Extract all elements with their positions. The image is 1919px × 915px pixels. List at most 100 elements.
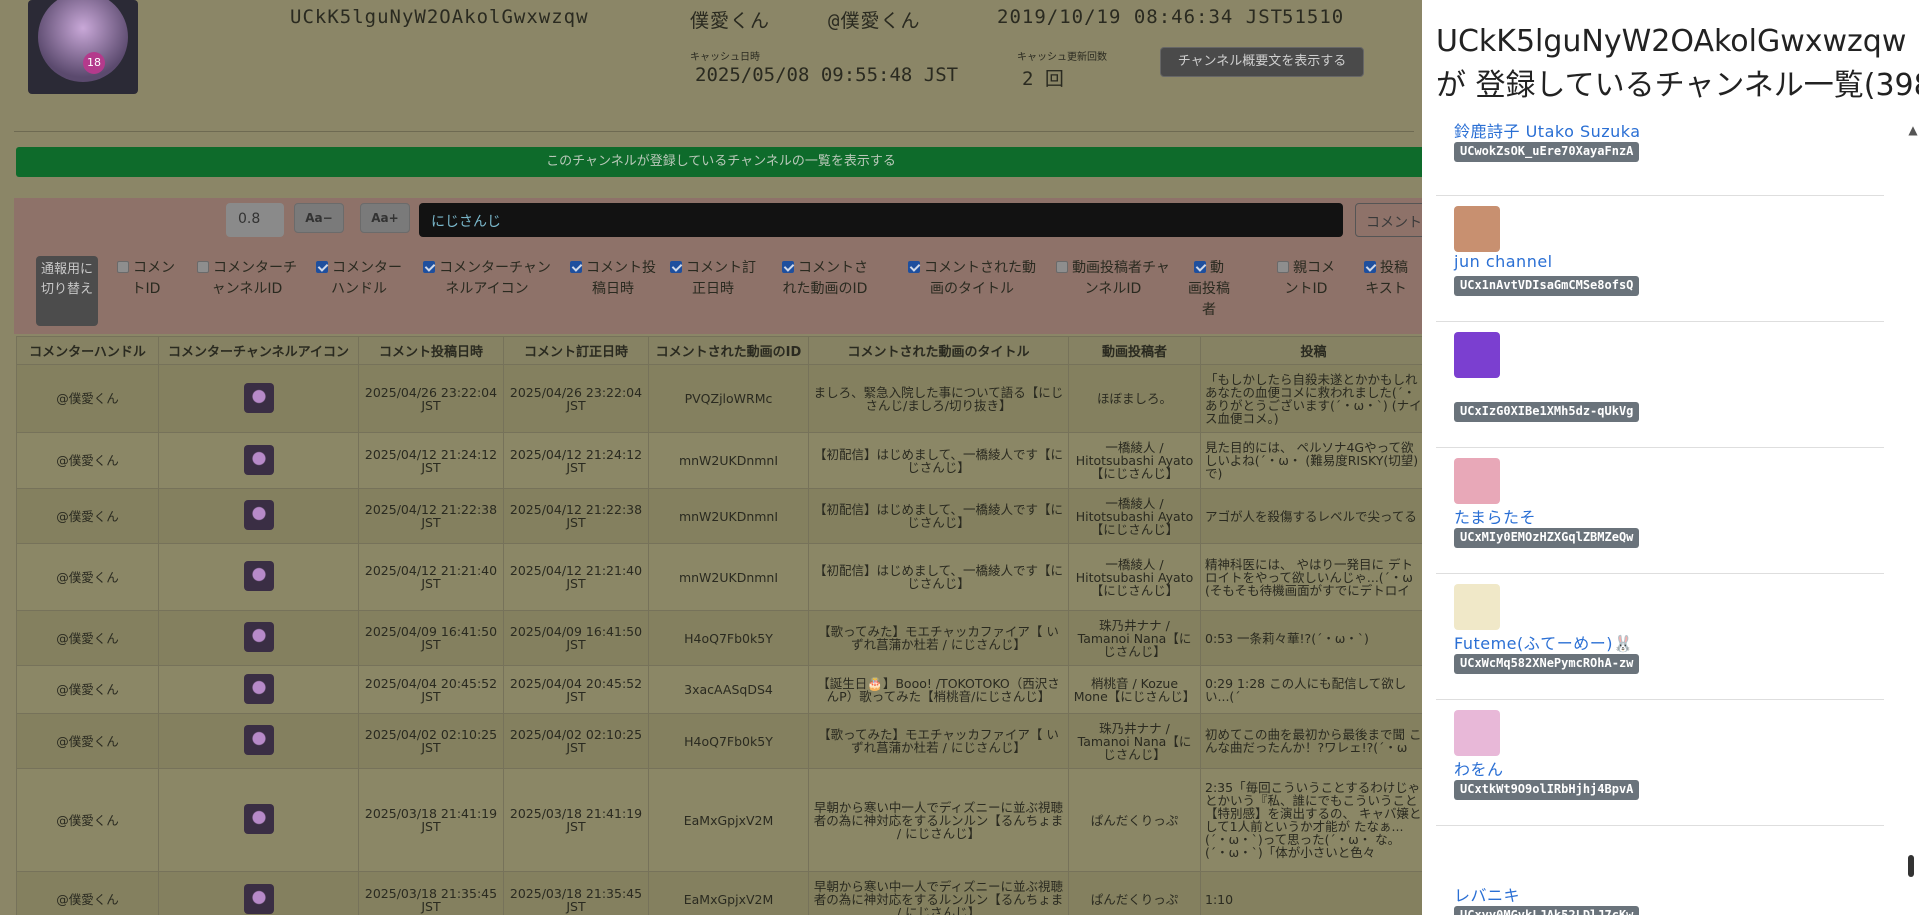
checkbox-label: コメンターハンドル bbox=[331, 260, 402, 297]
channel-link[interactable]: Futeme(ふてーめー)🐰 bbox=[1454, 630, 1633, 654]
cell-text: アゴが人を殺傷するレベルで尖ってる bbox=[1200, 488, 1427, 544]
cell-posted: 2025/03/18 21:35:45 JST bbox=[358, 871, 504, 915]
checkbox-unchecked-icon[interactable] bbox=[1277, 261, 1289, 273]
scrollbar-thumb[interactable] bbox=[1908, 855, 1914, 877]
show-subscriptions-button[interactable]: このチャンネルが登録しているチャンネルの一覧を表示する bbox=[16, 147, 1426, 177]
cell-posted: 2025/04/12 21:21:40 JST bbox=[358, 543, 504, 611]
column-checkbox[interactable]: コメンターチャンネルアイコン bbox=[423, 258, 551, 300]
checkbox-label: コメントID bbox=[131, 260, 175, 297]
column-checkbox[interactable]: コメント投稿日時 bbox=[565, 258, 661, 300]
checkbox-checked-icon[interactable] bbox=[908, 261, 920, 273]
table-body: @僕愛くん 2025/04/26 23:22:04 JST 2025/04/26 2… bbox=[16, 364, 1427, 915]
channel-id-badge: UCxIzG0XIBe1XMh5dz-qUkVg bbox=[1454, 402, 1640, 422]
channel-link[interactable]: わをん bbox=[1454, 756, 1504, 780]
channel-avatar-icon[interactable] bbox=[1454, 332, 1500, 378]
column-header: コメントされた動画のタイトル bbox=[808, 336, 1069, 365]
cell-handle: @僕愛くん bbox=[16, 432, 159, 489]
checkbox-label: 動画投稿者チャンネルID bbox=[1072, 260, 1170, 297]
channel-avatar-icon[interactable] bbox=[1454, 710, 1500, 756]
font-increase-button[interactable]: Aa+ bbox=[360, 203, 410, 233]
cell-text: 初めてこの曲を最初から最後まで聞 こんな曲だったんか！?ワレェ!?(´・ω bbox=[1200, 713, 1427, 769]
commenter-avatar-icon bbox=[243, 804, 274, 834]
show-description-button[interactable]: チャンネル概要文を表示する bbox=[1160, 47, 1364, 77]
channel-link[interactable]: たまらたそ bbox=[1454, 504, 1536, 528]
checkbox-unchecked-icon[interactable] bbox=[117, 261, 129, 273]
channel-link[interactable]: レバニキ bbox=[1454, 882, 1520, 906]
cell-posted: 2025/03/18 21:41:19 JST bbox=[358, 768, 504, 872]
cache-date-label: キャッシュ日時 bbox=[690, 52, 760, 63]
commenter-avatar-icon bbox=[243, 500, 274, 530]
cell-uploader: ほぼましろ。 bbox=[1068, 364, 1201, 433]
cell-video-id: 3xacAASqDS4 bbox=[648, 665, 809, 714]
commenter-avatar-icon bbox=[243, 673, 274, 704]
cell-uploader: 一橋綾人 / Hitotsubashi Ayato【にじさんじ】 bbox=[1068, 543, 1201, 611]
cell-title: 【歌ってみた】モエチャッカファイア【 いずれ菖蒲か杜若 / にじさんじ】 bbox=[808, 610, 1069, 666]
checkbox-label: コメンターチャンネルID bbox=[211, 260, 297, 297]
channel-link[interactable]: jun channel bbox=[1454, 252, 1553, 271]
subscription-item: UCxIzG0XIBe1XMh5dz-qUkVg bbox=[1436, 322, 1884, 448]
column-header: コメント訂正日時 bbox=[503, 336, 649, 365]
cell-handle: @僕愛くん bbox=[16, 610, 159, 666]
column-checkbox[interactable]: コメンターチャンネルID bbox=[197, 258, 297, 300]
column-checkbox[interactable]: 動画投稿者チャンネルID bbox=[1056, 258, 1170, 300]
checkbox-checked-icon[interactable] bbox=[316, 261, 328, 273]
cell-posted: 2025/04/04 20:45:52 JST bbox=[358, 665, 504, 714]
checkbox-label: コメントされた動画のタイトル bbox=[924, 260, 1036, 297]
column-checkbox[interactable]: 動画投稿者 bbox=[1188, 258, 1230, 321]
checkbox-unchecked-icon[interactable] bbox=[1056, 261, 1069, 273]
drawer-title: UCkK5lguNyW2OAkolGwxwzqw が 登録しているチャンネル一覧… bbox=[1436, 20, 1919, 108]
cell-edited: 2025/04/26 23:22:04 JST bbox=[503, 364, 649, 433]
checkbox-checked-icon[interactable] bbox=[670, 261, 682, 273]
channel-avatar-icon[interactable] bbox=[1454, 836, 1500, 882]
search-input[interactable]: にじさんじ bbox=[419, 203, 1343, 237]
checkbox-checked-icon[interactable] bbox=[423, 261, 436, 273]
column-checkbox[interactable]: 投稿キスト bbox=[1358, 258, 1414, 300]
column-checkbox[interactable]: 親コメントID bbox=[1274, 258, 1338, 300]
subscription-item: jun channel UCx1nAvtVDIsaGmCMSe8ofsQ bbox=[1436, 196, 1884, 322]
cell-icon bbox=[158, 665, 359, 714]
cell-edited: 2025/04/09 16:41:50 JST bbox=[503, 610, 649, 666]
font-decrease-button[interactable]: Aa− bbox=[294, 203, 344, 233]
cell-handle: @僕愛くん bbox=[16, 488, 159, 544]
cell-title: 【誕生日🎂】Booo! /TOKOTOKO（西沢さんP）歌ってみた【梢桃音/にじ… bbox=[808, 665, 1069, 714]
column-checkbox[interactable]: コメントされた動画のタイトル bbox=[906, 258, 1038, 300]
cell-uploader: 一橋綾人 / Hitotsubashi Ayato【にじさんじ】 bbox=[1068, 432, 1201, 489]
checkbox-checked-icon[interactable] bbox=[1194, 261, 1206, 273]
checkbox-checked-icon[interactable] bbox=[782, 261, 794, 273]
column-header: コメンターハンドル bbox=[16, 336, 159, 365]
cell-uploader: 珠乃井ナナ / Tamanoi Nana【にじさんじ】 bbox=[1068, 713, 1201, 769]
scroll-up-arrow-icon[interactable]: ▲ bbox=[1907, 124, 1919, 136]
font-scale-input[interactable]: 0.8 bbox=[226, 203, 284, 237]
checkbox-checked-icon[interactable] bbox=[1364, 261, 1376, 273]
checkbox-checked-icon[interactable] bbox=[570, 261, 582, 273]
column-checkbox[interactable]: コメントされた動画のID bbox=[776, 258, 874, 300]
cell-icon bbox=[158, 543, 359, 611]
cell-video-id: mnW2UKDnmnI bbox=[648, 432, 809, 489]
cell-edited: 2025/04/12 21:22:38 JST bbox=[503, 488, 649, 544]
cell-title: 【初配信】はじめまして、一橋綾人です【にじさんじ】 bbox=[808, 543, 1069, 611]
cell-handle: @僕愛くん bbox=[16, 713, 159, 769]
channel-avatar-icon[interactable] bbox=[1454, 458, 1500, 504]
cell-posted: 2025/04/12 21:24:12 JST bbox=[358, 432, 504, 489]
cell-icon bbox=[158, 768, 359, 872]
report-mode-toggle-button[interactable]: 通報用に切り替え bbox=[36, 256, 98, 326]
cell-title: 【初配信】はじめまして、一橋綾人です【にじさんじ】 bbox=[808, 432, 1069, 489]
cell-posted: 2025/04/26 23:22:04 JST bbox=[358, 364, 504, 433]
cell-edited: 2025/03/18 21:41:19 JST bbox=[503, 768, 649, 872]
cell-handle: @僕愛くん bbox=[16, 364, 159, 433]
cell-text: 2:35「毎回こういうことするわけじゃ とかいう『私、誰にでもこういうこと 【特… bbox=[1200, 768, 1427, 872]
column-checkbox[interactable]: コメント訂正日時 bbox=[670, 258, 756, 300]
checkbox-label: コメントされた動画のID bbox=[782, 260, 868, 297]
column-checkbox[interactable]: コメントID bbox=[116, 258, 176, 300]
cell-title: 早朝から寒い中一人でディズニーに並ぶ視聴者の為に神対応をするルンルン【るんちょま… bbox=[808, 768, 1069, 872]
checkbox-label: コメント投稿日時 bbox=[586, 260, 656, 297]
checkbox-unchecked-icon[interactable] bbox=[197, 261, 209, 273]
table-row: @僕愛くん 2025/04/12 21:21:40 JST 2025/04/12 2… bbox=[16, 543, 1427, 611]
column-checkbox[interactable]: コメンターハンドル bbox=[316, 258, 402, 300]
table-row: @僕愛くん 2025/04/02 02:10:25 JST 2025/04/02 0… bbox=[16, 713, 1427, 769]
channel-avatar-icon[interactable] bbox=[1454, 584, 1500, 630]
column-header: コメンターチャンネルアイコン bbox=[158, 336, 359, 365]
channel-avatar-icon[interactable] bbox=[1454, 206, 1500, 252]
channel-link[interactable]: 鈴鹿詩子 Utako Suzuka bbox=[1454, 118, 1641, 142]
cell-video-id: PVQZjloWRMc bbox=[648, 364, 809, 433]
